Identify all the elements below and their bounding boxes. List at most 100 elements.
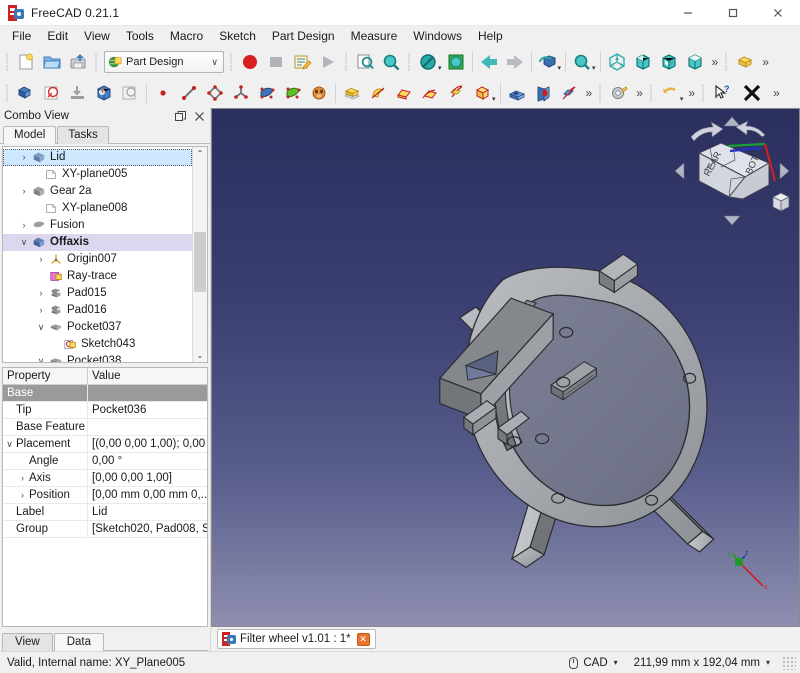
- nav-forward-button[interactable]: [502, 49, 528, 75]
- additive-helix-button[interactable]: [443, 80, 469, 106]
- open-document-button[interactable]: [39, 49, 65, 75]
- property-value[interactable]: [0,00 mm 0,00 mm 0,...: [88, 487, 207, 503]
- navigation-cube[interactable]: REAR BOTTOM: [673, 115, 791, 227]
- toolbar-handle[interactable]: [700, 82, 707, 104]
- toolbar-handle[interactable]: [343, 51, 350, 73]
- tab-model[interactable]: Model: [3, 125, 57, 144]
- scroll-track[interactable]: [193, 161, 207, 348]
- property-value[interactable]: Pocket036: [88, 402, 207, 418]
- property-row-group[interactable]: Group [Sketch020, Pad008, Sk...: [3, 521, 207, 538]
- menu-file[interactable]: File: [4, 27, 39, 46]
- toolbar-handle[interactable]: [597, 82, 604, 104]
- property-value[interactable]: [(0,00 0,00 1,00); 0,00 °;...: [88, 436, 207, 452]
- std-view-button[interactable]: [443, 49, 469, 75]
- chevron-down-icon[interactable]: ∨: [34, 356, 48, 362]
- toolbar-overflow-button[interactable]: »: [708, 55, 722, 69]
- fit-all-button[interactable]: [604, 49, 630, 75]
- create-line-button[interactable]: [176, 80, 202, 106]
- toolbar-overflow-button[interactable]: »: [684, 86, 698, 100]
- zoom-button[interactable]: [569, 49, 595, 75]
- pad-button[interactable]: [339, 80, 365, 106]
- toolbar-handle[interactable]: [723, 51, 730, 73]
- scroll-thumb[interactable]: [194, 231, 206, 292]
- subtractive-helix-button[interactable]: [556, 80, 582, 106]
- macro-execute-button[interactable]: [315, 49, 341, 75]
- chevron-down-icon[interactable]: ∨: [17, 237, 31, 248]
- zoom-fit-selection-button[interactable]: [352, 49, 378, 75]
- property-row-angle[interactable]: Angle 0,00 °: [3, 453, 207, 470]
- map-sketch-button[interactable]: [117, 80, 143, 106]
- close-window-button[interactable]: [755, 0, 800, 26]
- menu-edit[interactable]: Edit: [39, 27, 76, 46]
- property-value[interactable]: [0,00 0,00 1,00]: [88, 470, 207, 486]
- chevron-right-icon[interactable]: ›: [17, 186, 31, 196]
- property-row-base-feature[interactable]: Base Feature: [3, 419, 207, 436]
- chevron-right-icon[interactable]: ›: [17, 220, 31, 230]
- chevron-right-icon[interactable]: ›: [16, 473, 29, 483]
- toolbar-handle[interactable]: [406, 51, 413, 73]
- menu-windows[interactable]: Windows: [405, 27, 470, 46]
- hole-button[interactable]: [530, 80, 556, 106]
- close-document-button[interactable]: ✕: [356, 632, 370, 646]
- toolbar-handle[interactable]: [4, 82, 11, 104]
- tree-item-xy-plane008[interactable]: XY-plane008: [3, 200, 192, 217]
- minimize-button[interactable]: [665, 0, 710, 26]
- view-top-button[interactable]: [682, 49, 708, 75]
- dimension-indicator[interactable]: 211,99 mm x 192,04 mm ▾: [626, 654, 778, 672]
- toolbar-overflow-button[interactable]: »: [758, 55, 772, 69]
- chevron-down-icon[interactable]: ∨: [3, 439, 16, 450]
- measure-button[interactable]: [606, 80, 632, 106]
- macro-stop-button[interactable]: [263, 49, 289, 75]
- create-local-cs-button[interactable]: [228, 80, 254, 106]
- axonometric-button[interactable]: [630, 49, 656, 75]
- menu-tools[interactable]: Tools: [118, 27, 162, 46]
- toolbar-overflow-button[interactable]: »: [632, 86, 646, 100]
- tree-item-xy-plane005[interactable]: XY-plane005: [3, 166, 192, 183]
- zoom-fit-all-button[interactable]: [378, 49, 404, 75]
- part-box-button[interactable]: [732, 49, 758, 75]
- validate-sketch-button[interactable]: [91, 80, 117, 106]
- additive-loft-button[interactable]: [391, 80, 417, 106]
- attach-sketch-button[interactable]: [65, 80, 91, 106]
- create-sketch-button[interactable]: [39, 80, 65, 106]
- tree-item-gear-2a[interactable]: › Gear 2a: [3, 183, 192, 200]
- chevron-right-icon[interactable]: ›: [16, 490, 29, 500]
- view-front-button[interactable]: [656, 49, 682, 75]
- menu-help[interactable]: Help: [470, 27, 511, 46]
- navigation-style-selector[interactable]: CAD ▾: [561, 654, 625, 672]
- menu-measure[interactable]: Measure: [343, 27, 406, 46]
- tree-item-lid[interactable]: › Lid: [3, 148, 192, 166]
- view-rotate-button[interactable]: [535, 49, 561, 75]
- shape-binder-button[interactable]: [254, 80, 280, 106]
- tree-item-ray-trace[interactable]: Ray-trace: [3, 268, 192, 285]
- additive-pipe-button[interactable]: [417, 80, 443, 106]
- tree-scrollbar[interactable]: ⌃ ⌄: [192, 146, 207, 362]
- chevron-right-icon[interactable]: ›: [34, 288, 48, 298]
- property-value[interactable]: 0,00 °: [88, 453, 207, 469]
- tree-item-fusion[interactable]: › Fusion: [3, 217, 192, 234]
- create-body-button[interactable]: [13, 80, 39, 106]
- save-document-button[interactable]: [65, 49, 91, 75]
- close-panel-button[interactable]: [191, 108, 207, 124]
- toolbar-overflow-button[interactable]: »: [582, 86, 596, 100]
- resize-grip[interactable]: [782, 655, 796, 670]
- tree-item-origin007[interactable]: › Origin007: [3, 251, 192, 268]
- chevron-down-icon[interactable]: ∨: [34, 322, 48, 333]
- float-panel-button[interactable]: [172, 108, 188, 124]
- property-group-base[interactable]: Base: [3, 385, 207, 402]
- draw-style-button[interactable]: [415, 49, 441, 75]
- property-value[interactable]: [Sketch020, Pad008, Sk...: [88, 521, 207, 537]
- macro-edit-button[interactable]: [289, 49, 315, 75]
- menu-sketch[interactable]: Sketch: [211, 27, 264, 46]
- toolbar-handle[interactable]: [648, 82, 655, 104]
- tree-item-pocket038[interactable]: ∨ Pocket038: [3, 353, 192, 362]
- clone-button[interactable]: [306, 80, 332, 106]
- document-tab[interactable]: Filter wheel v1.01 : 1* ✕: [217, 629, 376, 649]
- sub-object-binder-button[interactable]: [280, 80, 306, 106]
- toolbar-handle[interactable]: [228, 51, 235, 73]
- toolbar-handle[interactable]: [93, 51, 100, 73]
- property-value[interactable]: Lid: [88, 504, 207, 520]
- create-point-button[interactable]: [150, 80, 176, 106]
- menu-part-design[interactable]: Part Design: [264, 27, 343, 46]
- macro-record-button[interactable]: [237, 49, 263, 75]
